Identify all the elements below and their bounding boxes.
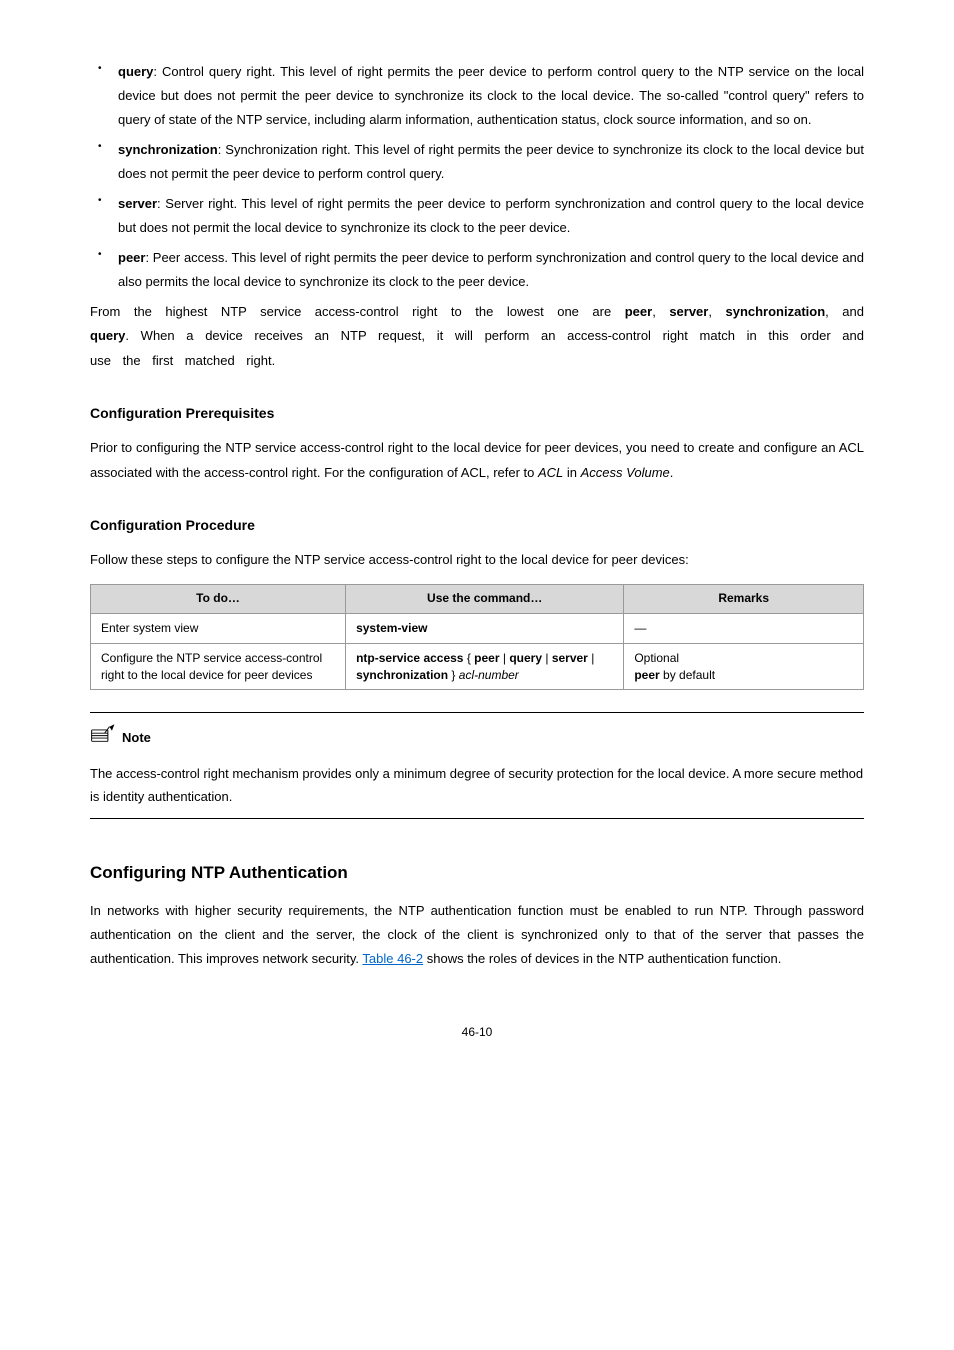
table-row: Configure the NTP service access-control… (91, 643, 864, 690)
table-46-2-link[interactable]: Table 46-2 (362, 951, 423, 966)
access-order-paragraph: From the highest NTP service access-cont… (90, 300, 864, 372)
cell-todo: Enter system view (91, 614, 346, 644)
page-number: 46-10 (90, 1021, 864, 1043)
col-todo: To do… (91, 585, 346, 614)
desc: : Control query right. This level of rig… (118, 64, 864, 127)
list-item: peer: Peer access. This level of right p… (90, 246, 864, 294)
cell-todo: Configure the NTP service access-control… (91, 643, 346, 690)
note-divider (90, 818, 864, 819)
note-icon (90, 723, 116, 753)
desc: : Synchronization right. This level of r… (118, 142, 864, 181)
table-row: Enter system view system-view — (91, 614, 864, 644)
note-body: The access-control right mechanism provi… (90, 762, 864, 809)
desc: : Server right. This level of right perm… (118, 196, 864, 235)
list-item: synchronization: Synchronization right. … (90, 138, 864, 186)
heading-auth: Configuring NTP Authentication (90, 857, 864, 888)
heading-procedure: Configuration Procedure (90, 513, 864, 539)
term: server (118, 196, 157, 211)
list-item: query: Control query right. This level o… (90, 60, 864, 132)
term: query (118, 64, 153, 79)
col-command: Use the command… (346, 585, 624, 614)
note-block: Note The access-control right mechanism … (90, 712, 864, 819)
cell-remarks: — (624, 614, 864, 644)
note-heading: Note (90, 723, 864, 753)
note-label: Note (122, 726, 151, 750)
term: synchronization (118, 142, 218, 157)
cell-command: ntp-service access { peer | query | serv… (346, 643, 624, 690)
term: peer (118, 250, 145, 265)
desc: : Peer access. This level of right permi… (118, 250, 864, 289)
access-right-list: query: Control query right. This level o… (90, 60, 864, 294)
col-remarks: Remarks (624, 585, 864, 614)
cell-remarks: Optional peer by default (624, 643, 864, 690)
prerequisites-paragraph: Prior to configuring the NTP service acc… (90, 436, 864, 484)
list-item: server: Server right. This level of righ… (90, 192, 864, 240)
cell-command: system-view (346, 614, 624, 644)
command-table: To do… Use the command… Remarks Enter sy… (90, 584, 864, 690)
auth-paragraph: In networks with higher security require… (90, 899, 864, 971)
heading-prerequisites: Configuration Prerequisites (90, 401, 864, 427)
procedure-intro: Follow these steps to configure the NTP … (90, 548, 864, 572)
